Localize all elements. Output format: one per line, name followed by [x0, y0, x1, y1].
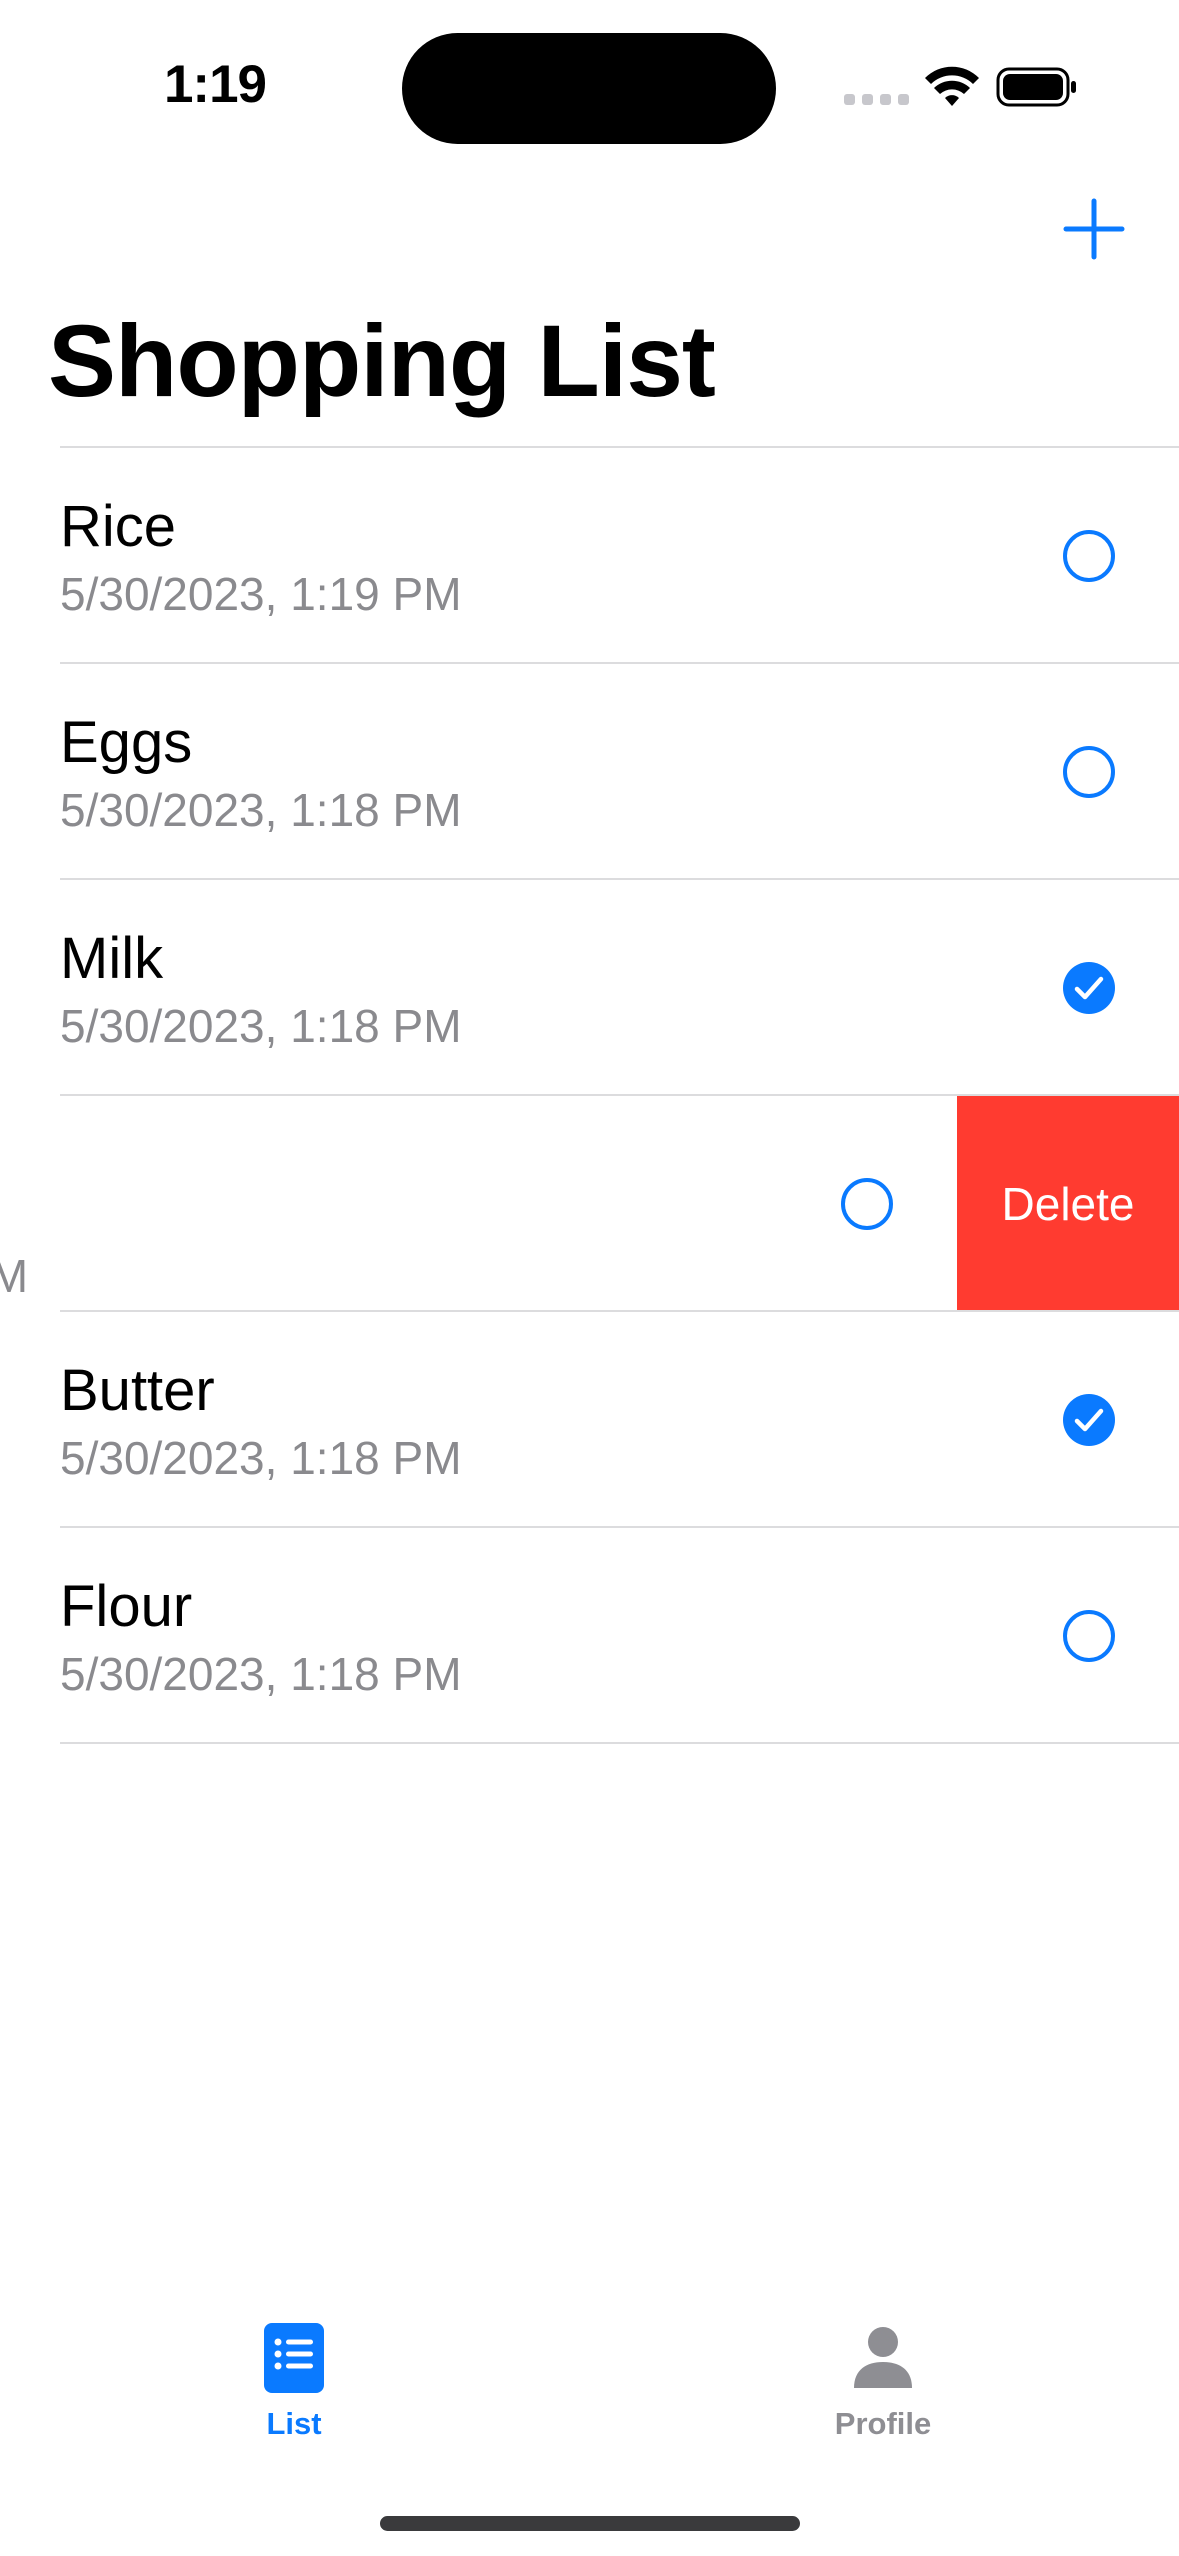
list-item[interactable]: Butter 5/30/2023, 1:18 PM — [0, 1312, 1179, 1528]
item-name: Flour — [60, 1574, 193, 1639]
item-name: Butter — [60, 1358, 215, 1423]
battery-icon — [996, 67, 1076, 107]
cellular-signal-icon — [844, 94, 909, 105]
item-name: Milk — [60, 926, 164, 991]
list-item-content: Eggs 5/30/2023, 1:18 PM — [0, 664, 1179, 880]
add-item-button[interactable] — [1060, 195, 1128, 263]
item-date: 5/30/2023, 1:18 PM — [60, 1000, 462, 1052]
list-item[interactable]: Milk 5/30/2023, 1:18 PM — [0, 880, 1179, 1096]
item-date: 5/30/2023, 1:18 PM — [60, 1648, 462, 1700]
list-item[interactable]: Rice 5/30/2023, 1:19 PM — [0, 448, 1179, 664]
list-item-content: Milk 5/30/2023, 1:18 PM — [0, 880, 1179, 1096]
list-icon — [264, 2323, 324, 2393]
delete-button[interactable]: Delete — [957, 1096, 1179, 1312]
shopping-list: Rice 5/30/2023, 1:19 PM Eggs 5/30/2023, … — [0, 448, 1179, 1744]
item-date: 5/30/2023, 1:18 PM — [60, 1432, 462, 1484]
checkmark-circle-icon[interactable] — [1062, 961, 1116, 1015]
checkmark-circle-icon[interactable] — [1062, 1393, 1116, 1447]
item-name: Rice — [60, 494, 177, 559]
list-item-content: Butter 5/30/2023, 1:18 PM — [0, 1312, 1179, 1528]
tab-profile-label: Profile — [834, 2406, 932, 2441]
item-date: 23, 1:19 PM — [0, 1250, 29, 1302]
list-item-content: Flour 5/30/2023, 1:18 PM — [0, 1528, 1179, 1744]
list-item-content: Rice 5/30/2023, 1:19 PM — [0, 448, 1179, 664]
home-indicator — [380, 2516, 800, 2531]
plus-icon — [1063, 198, 1125, 260]
item-name: Eggs — [60, 710, 193, 775]
item-date: 5/30/2023, 1:19 PM — [60, 568, 462, 620]
row-divider — [60, 1742, 1179, 1744]
list-item-content: 23, 1:19 PM — [0, 1096, 957, 1312]
tab-list[interactable]: List — [204, 2322, 384, 2452]
unchecked-circle-icon[interactable] — [1062, 1609, 1116, 1663]
unchecked-circle-icon[interactable] — [840, 1177, 894, 1231]
person-icon — [854, 2327, 912, 2388]
page-title: Shopping List — [48, 304, 716, 418]
unchecked-circle-icon[interactable] — [1062, 745, 1116, 799]
list-item[interactable]: Flour 5/30/2023, 1:18 PM — [0, 1528, 1179, 1744]
wifi-icon — [925, 66, 979, 106]
list-item-swiped[interactable]: 23, 1:19 PM Delete — [0, 1096, 1179, 1312]
list-item[interactable]: Eggs 5/30/2023, 1:18 PM — [0, 664, 1179, 880]
status-time: 1:19 — [163, 55, 267, 114]
tab-profile[interactable]: Profile — [793, 2322, 973, 2452]
unchecked-circle-icon[interactable] — [1062, 529, 1116, 583]
dynamic-island — [402, 33, 776, 144]
tab-list-label: List — [266, 2406, 322, 2441]
item-date: 5/30/2023, 1:18 PM — [60, 784, 462, 836]
